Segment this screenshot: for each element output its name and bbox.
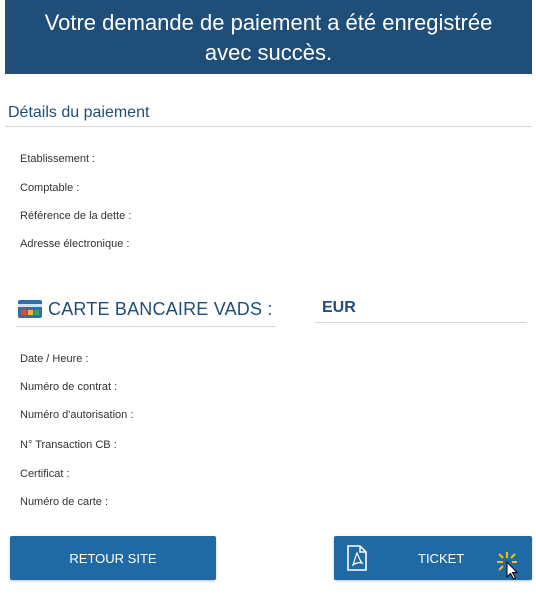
payment-method-title: CARTE BANCAIRE VADS : <box>48 298 273 319</box>
success-message-line1: Votre demande de paiement a été enregist… <box>44 10 493 35</box>
success-banner: Votre demande de paiement a été enregist… <box>5 0 532 74</box>
currency-label: EUR <box>322 299 356 316</box>
payment-method-header: CARTE BANCAIRE VADS : <box>18 296 273 322</box>
success-message-line2: avec succès. <box>204 40 333 65</box>
click-cursor-icon <box>495 550 525 580</box>
label-date-heure: Date / Heure : <box>20 353 89 365</box>
label-numero-autorisation: Numéro d'autorisation : <box>20 409 134 421</box>
label-comptable: Comptable : <box>20 182 80 194</box>
label-transaction-cb: N° Transaction CB : <box>20 439 117 451</box>
ticket-label: TICKET <box>418 550 465 566</box>
pdf-document-icon <box>346 545 368 571</box>
label-etablissement: Etablissement : <box>20 153 96 165</box>
label-numero-carte: Numéro de carte : <box>20 496 109 508</box>
currency-divider <box>315 322 527 323</box>
section-title-details: Détails du paiement <box>8 104 150 121</box>
credit-card-icon <box>18 300 42 318</box>
retour-site-label: RETOUR SITE <box>69 550 157 566</box>
payment-method-divider <box>16 326 276 327</box>
label-reference-dette: Référence de la dette : <box>20 210 132 222</box>
label-certificat: Certificat : <box>20 468 70 480</box>
section-divider <box>5 126 532 127</box>
label-numero-contrat: Numéro de contrat : <box>20 381 118 393</box>
label-adresse-electronique: Adresse électronique : <box>20 238 130 250</box>
retour-site-button[interactable]: RETOUR SITE <box>10 536 216 580</box>
